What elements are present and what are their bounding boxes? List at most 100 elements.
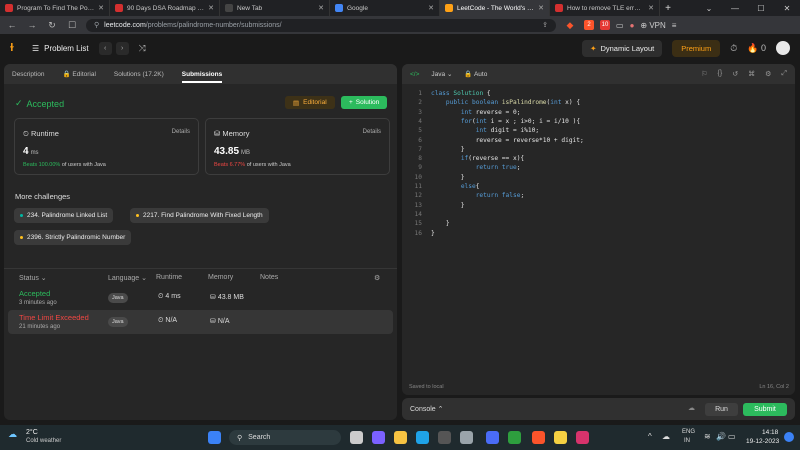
file-explorer-icon[interactable] (394, 431, 407, 444)
forward-icon[interactable]: → (26, 20, 38, 30)
input-lang[interactable]: ENG (682, 429, 695, 435)
code-line[interactable]: 9 return true; (402, 164, 795, 173)
sidebar-icon[interactable]: ▭ (616, 21, 624, 30)
table-row[interactable]: Accepted 3 minutes ago Java ⏲ 4 ms ⛁ 43.… (8, 286, 393, 310)
code-line[interactable]: 5 int digit = i%10; (402, 127, 795, 136)
challenge-chip[interactable]: 2396. Strictly Palindromic Number (14, 230, 132, 245)
editorial-button[interactable]: ▤ Editorial (285, 96, 335, 109)
problem-list-link[interactable]: ☰ Problem List (32, 44, 89, 53)
browser-tab[interactable]: Google ✕ (330, 0, 440, 16)
code-line[interactable]: 1 class Solution { (402, 90, 795, 99)
code-line[interactable]: 8 if(reverse == x){ (402, 155, 795, 164)
close-tab-icon[interactable]: ✕ (428, 4, 434, 12)
maximize-icon[interactable]: ☐ (748, 0, 774, 16)
col-status[interactable]: Status ⌄ (19, 274, 47, 282)
code-line[interactable]: 2 public boolean isPalindrome(int x) { (402, 99, 795, 108)
timer-icon[interactable]: ⏱ (730, 43, 737, 54)
language-select[interactable]: Java ⌄ (431, 70, 452, 78)
code-line[interactable]: 6 reverse = reverse*10 + digit; (402, 137, 795, 146)
volume-icon[interactable]: 🔊 (716, 432, 726, 441)
table-row[interactable]: Time Limit Exceeded 21 minutes ago Java … (8, 310, 393, 334)
extension-badge[interactable]: 10 (600, 20, 610, 30)
menu-icon[interactable]: ≡ (672, 21, 677, 30)
tab-editorial[interactable]: 🔒 Editorial (63, 70, 96, 78)
code-line[interactable]: 10 } (402, 174, 795, 183)
run-button[interactable]: Run (705, 403, 738, 416)
challenge-chip[interactable]: 2217. Find Palindrome With Fixed Length (130, 208, 269, 223)
app-icon[interactable] (460, 431, 473, 444)
code-line[interactable]: 11 else{ (402, 183, 795, 192)
code-line[interactable]: 4 for(int i = x ; i>0; i = i/10 ){ (402, 118, 795, 127)
col-language[interactable]: Language ⌄ (108, 274, 147, 282)
notification-icon[interactable] (784, 432, 794, 442)
code-line[interactable]: 13 } (402, 202, 795, 211)
meet-icon[interactable] (372, 431, 385, 444)
store-icon[interactable] (438, 431, 451, 444)
chevron-down-icon[interactable]: ⌄ (696, 0, 722, 16)
tab-description[interactable]: Description (12, 71, 45, 78)
close-tab-icon[interactable]: ✕ (318, 4, 324, 12)
close-tab-icon[interactable]: ✕ (538, 4, 544, 12)
site-info-icon[interactable]: ⚲ (94, 21, 99, 29)
minimize-icon[interactable]: — (722, 0, 748, 16)
shuffle-icon[interactable]: ⤨ (139, 43, 146, 54)
code-line[interactable]: 14 (402, 211, 795, 220)
xbox-icon[interactable] (508, 431, 521, 444)
browser-tab[interactable]: New Tab ✕ (220, 0, 330, 16)
close-icon[interactable]: ✕ (774, 0, 800, 16)
new-tab-button[interactable]: + (660, 0, 676, 16)
reset-icon[interactable]: ↺ (732, 70, 738, 78)
weather-icon[interactable]: ☁ (8, 429, 17, 440)
taskbar-search[interactable]: ⚲ Search (229, 430, 341, 445)
bookmark-icon[interactable]: ☐ (66, 20, 78, 31)
prev-problem-button[interactable]: ‹ (98, 41, 112, 55)
reload-icon[interactable]: ↻ (46, 20, 58, 31)
profile-icon[interactable]: ● (630, 21, 635, 30)
row-status[interactable]: Accepted (19, 289, 50, 298)
close-tab-icon[interactable]: ✕ (98, 4, 104, 12)
cloud-icon[interactable]: ☁ (662, 432, 670, 441)
browser-tab[interactable]: How to remove TLE error in code ✕ (550, 0, 660, 16)
edge-icon[interactable] (416, 431, 429, 444)
solution-button[interactable]: + Solution (341, 96, 388, 109)
clock-time[interactable]: 14:18 (762, 429, 778, 436)
close-tab-icon[interactable]: ✕ (208, 4, 214, 12)
battery-icon[interactable]: ▭ (728, 432, 736, 441)
shortcut-icon[interactable]: ⌘ (748, 70, 755, 78)
braces-icon[interactable]: {} (718, 70, 723, 78)
code-line[interactable]: 7 } (402, 146, 795, 155)
browser-tab[interactable]: LeetCode - The World's Leading✕ (440, 0, 550, 16)
leetcode-logo-icon[interactable]: ɫ (10, 42, 22, 54)
task-view-icon[interactable] (350, 431, 363, 444)
memory-details-link[interactable]: Details (363, 129, 381, 135)
bookmark-icon[interactable]: ⚐ (701, 70, 707, 78)
tab-solutions[interactable]: Solutions (17.2K) (114, 71, 164, 78)
code-line[interactable]: 12 return false; (402, 192, 795, 201)
close-tab-icon[interactable]: ✕ (648, 4, 654, 12)
submit-button[interactable]: Submit (743, 403, 787, 416)
intellij-icon[interactable] (576, 431, 589, 444)
code-line[interactable]: 3 int reverse = 0; (402, 109, 795, 118)
code-line[interactable]: 16} (402, 230, 795, 239)
avatar[interactable] (776, 41, 790, 55)
settings-icon[interactable]: ⚙ (765, 70, 771, 78)
auto-toggle[interactable]: 🔒 Auto (464, 70, 487, 78)
challenge-chip[interactable]: 234. Palindrome Linked List (14, 208, 114, 223)
vpn-button[interactable]: ⊕ VPN (640, 21, 665, 30)
tab-submissions[interactable]: Submissions (181, 71, 223, 83)
cloud-icon[interactable]: ☁ (688, 404, 695, 412)
next-problem-button[interactable]: › (115, 41, 129, 55)
code-line[interactable]: 15 } (402, 220, 795, 229)
brave-icon[interactable] (532, 431, 545, 444)
browser-tab[interactable]: 90 Days DSA Roadmap | 👍 | DSA ✕ (110, 0, 220, 16)
runtime-details-link[interactable]: Details (172, 129, 190, 135)
brave-shield-icon[interactable]: ◆ (564, 20, 576, 31)
chevron-up-icon[interactable]: ^ (648, 432, 652, 441)
row-status[interactable]: Time Limit Exceeded (19, 313, 89, 322)
browser-tab[interactable]: Program To Find The Position Of ✕ (0, 0, 110, 16)
share-icon[interactable]: ⇪ (542, 21, 548, 29)
extension-badge[interactable]: 2 (584, 20, 594, 30)
app-icon[interactable] (486, 431, 499, 444)
snapchat-icon[interactable] (554, 431, 567, 444)
dynamic-layout-button[interactable]: ✦ Dynamic Layout (582, 39, 663, 57)
